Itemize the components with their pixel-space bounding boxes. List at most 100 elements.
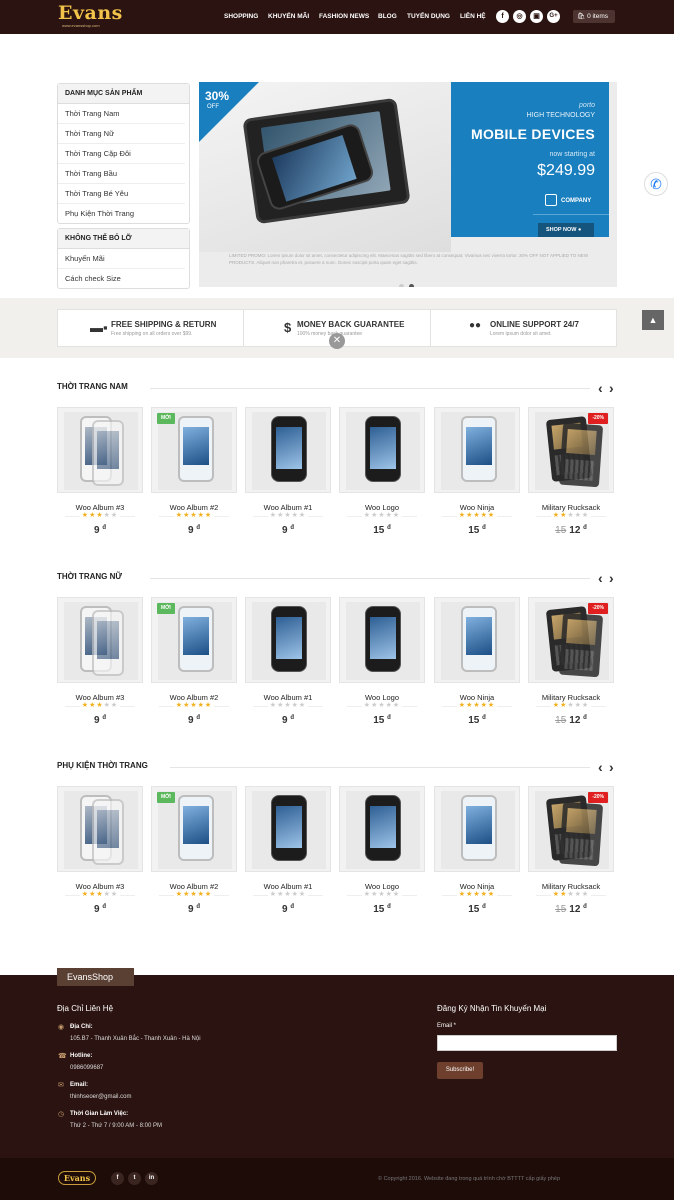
- badge-off: OFF: [207, 104, 219, 110]
- product-card[interactable]: Woo Logo ★★★★★ 15 đ: [339, 597, 425, 726]
- product-name[interactable]: Woo Ninja: [434, 693, 520, 702]
- carousel-dot-active[interactable]: [409, 284, 414, 287]
- product-thumb[interactable]: [57, 597, 143, 683]
- chevron-right-icon[interactable]: ›: [609, 381, 614, 395]
- newsletter-email-input[interactable]: [437, 1035, 617, 1051]
- product-card[interactable]: -20% Military Rucksack ★★★★★ 15 12 đ: [528, 786, 614, 915]
- product-card[interactable]: Woo Logo ★★★★★ 15 đ: [339, 786, 425, 915]
- facebook-icon[interactable]: f: [496, 10, 509, 23]
- product-name[interactable]: Military Rucksack: [528, 693, 614, 702]
- product-thumb[interactable]: [245, 786, 331, 872]
- category-item[interactable]: Phụ Kiện Thời Trang: [58, 204, 185, 224]
- linkedin-icon[interactable]: in: [145, 1172, 158, 1185]
- subscribe-button[interactable]: Subscribe!: [437, 1062, 483, 1079]
- email-value[interactable]: thinhseoer@gmail.com: [70, 1094, 131, 1100]
- nav-fashion-news[interactable]: FASHION NEWS: [319, 13, 369, 20]
- product-name[interactable]: Woo Album #1: [245, 882, 331, 891]
- product-thumb[interactable]: MỚI: [151, 597, 237, 683]
- instagram-icon[interactable]: ◎: [513, 10, 526, 23]
- product-thumb[interactable]: -20%: [528, 597, 614, 683]
- nav-tuyen-dung[interactable]: TUYỂN DỤNG: [407, 13, 450, 20]
- category-item[interactable]: Thời Trang Bé Yêu: [58, 184, 185, 204]
- product-card[interactable]: -20% Military Rucksack ★★★★★ 15 12 đ: [528, 407, 614, 536]
- product-thumb[interactable]: [434, 407, 520, 493]
- product-card[interactable]: Woo Album #1 ★★★★★ 9 đ: [245, 597, 331, 726]
- cart-button[interactable]: 🛍 0 items: [573, 10, 615, 23]
- product-card[interactable]: Woo Logo ★★★★★ 15 đ: [339, 407, 425, 536]
- product-thumb[interactable]: [245, 407, 331, 493]
- must-see-item[interactable]: Khuyến Mãi: [58, 249, 185, 269]
- product-thumb[interactable]: [57, 786, 143, 872]
- nav-blog[interactable]: BLOG: [378, 13, 397, 20]
- youtube-icon[interactable]: ▣: [530, 10, 543, 23]
- product-name[interactable]: Woo Logo: [339, 503, 425, 512]
- product-card[interactable]: Woo Ninja ★★★★★ 15 đ: [434, 597, 520, 726]
- product-card[interactable]: MỚI Woo Album #2 ★★★★★ 9 đ: [151, 407, 237, 536]
- carousel-dot[interactable]: [399, 284, 404, 287]
- product-name[interactable]: Woo Logo: [339, 882, 425, 891]
- chevron-left-icon[interactable]: ‹: [598, 381, 603, 395]
- product-thumb[interactable]: -20%: [528, 786, 614, 872]
- category-item[interactable]: Thời Trang Nam: [58, 104, 185, 124]
- must-see-item[interactable]: Cách check Size: [58, 269, 185, 289]
- product-card[interactable]: Woo Album #1 ★★★★★ 9 đ: [245, 407, 331, 536]
- product-thumb[interactable]: [245, 597, 331, 683]
- google-plus-icon[interactable]: G+: [547, 10, 560, 23]
- product-name[interactable]: Woo Album #3: [57, 693, 143, 702]
- footer-brand-tab: EvansShop: [57, 968, 134, 986]
- product-card[interactable]: Woo Album #3 ★★★★★ 9 đ: [57, 786, 143, 915]
- banner-promo-panel: porto HIGH TECHNOLOGY MOBILE DEVICES now…: [451, 82, 609, 237]
- product-name[interactable]: Woo Album #1: [245, 693, 331, 702]
- product-name[interactable]: Woo Album #2: [151, 503, 237, 512]
- hotline-value[interactable]: 0986099687: [70, 1065, 103, 1071]
- chevron-right-icon[interactable]: ›: [609, 571, 614, 585]
- product-thumb[interactable]: [434, 597, 520, 683]
- product-name[interactable]: Woo Album #2: [151, 882, 237, 891]
- product-card[interactable]: Woo Album #3 ★★★★★ 9 đ: [57, 407, 143, 536]
- chevron-left-icon[interactable]: ‹: [598, 760, 603, 774]
- product-image: [178, 416, 214, 482]
- product-thumb[interactable]: MỚI: [151, 407, 237, 493]
- product-name[interactable]: Woo Album #3: [57, 882, 143, 891]
- nav-khuyen-mai[interactable]: KHUYẾN MÃI: [268, 13, 309, 20]
- product-card[interactable]: MỚI Woo Album #2 ★★★★★ 9 đ: [151, 597, 237, 726]
- product-thumb[interactable]: -20%: [528, 407, 614, 493]
- site-logo[interactable]: Evans: [58, 4, 123, 23]
- product-card[interactable]: Woo Ninja ★★★★★ 15 đ: [434, 786, 520, 915]
- product-name[interactable]: Military Rucksack: [528, 503, 614, 512]
- back-to-top-icon[interactable]: ▲: [642, 310, 664, 330]
- nav-shopping[interactable]: SHOPPING: [224, 13, 258, 20]
- product-name[interactable]: Woo Album #1: [245, 503, 331, 512]
- chevron-left-icon[interactable]: ‹: [598, 571, 603, 585]
- product-thumb[interactable]: MỚI: [151, 786, 237, 872]
- facebook-icon[interactable]: f: [111, 1172, 124, 1185]
- nav-lien-he[interactable]: LIÊN HỆ: [460, 13, 486, 20]
- product-name[interactable]: Woo Ninja: [434, 882, 520, 891]
- product-name[interactable]: Woo Album #3: [57, 503, 143, 512]
- twitter-icon[interactable]: t: [128, 1172, 141, 1185]
- product-thumb[interactable]: [339, 407, 425, 493]
- category-item[interactable]: Thời Trang Nữ: [58, 124, 185, 144]
- category-item[interactable]: Thời Trang Bầu: [58, 164, 185, 184]
- product-thumb[interactable]: [339, 597, 425, 683]
- shop-now-button[interactable]: SHOP NOW ●: [538, 223, 594, 237]
- product-name[interactable]: Woo Album #2: [151, 693, 237, 702]
- product-thumb[interactable]: [339, 786, 425, 872]
- close-icon[interactable]: ✕: [329, 333, 345, 349]
- product-card[interactable]: Woo Album #3 ★★★★★ 9 đ: [57, 597, 143, 726]
- chevron-right-icon[interactable]: ›: [609, 760, 614, 774]
- footer-logo[interactable]: Evans: [58, 1171, 96, 1185]
- product-card[interactable]: MỚI Woo Album #2 ★★★★★ 9 đ: [151, 786, 237, 915]
- product-card[interactable]: Woo Album #1 ★★★★★ 9 đ: [245, 786, 331, 915]
- product-name[interactable]: Woo Logo: [339, 693, 425, 702]
- hero-banner[interactable]: 30% OFF porto HIGH TECHNOLOGY MOBILE DEV…: [199, 82, 617, 287]
- product-card[interactable]: Woo Ninja ★★★★★ 15 đ: [434, 407, 520, 536]
- category-item[interactable]: Thời Trang Cặp Đôi: [58, 144, 185, 164]
- product-name[interactable]: Military Rucksack: [528, 882, 614, 891]
- product-thumb[interactable]: [57, 407, 143, 493]
- messenger-icon[interactable]: ✆: [644, 172, 668, 196]
- product-name[interactable]: Woo Ninja: [434, 503, 520, 512]
- cart-icon: 🛍: [577, 13, 588, 20]
- product-card[interactable]: -20% Military Rucksack ★★★★★ 15 12 đ: [528, 597, 614, 726]
- product-thumb[interactable]: [434, 786, 520, 872]
